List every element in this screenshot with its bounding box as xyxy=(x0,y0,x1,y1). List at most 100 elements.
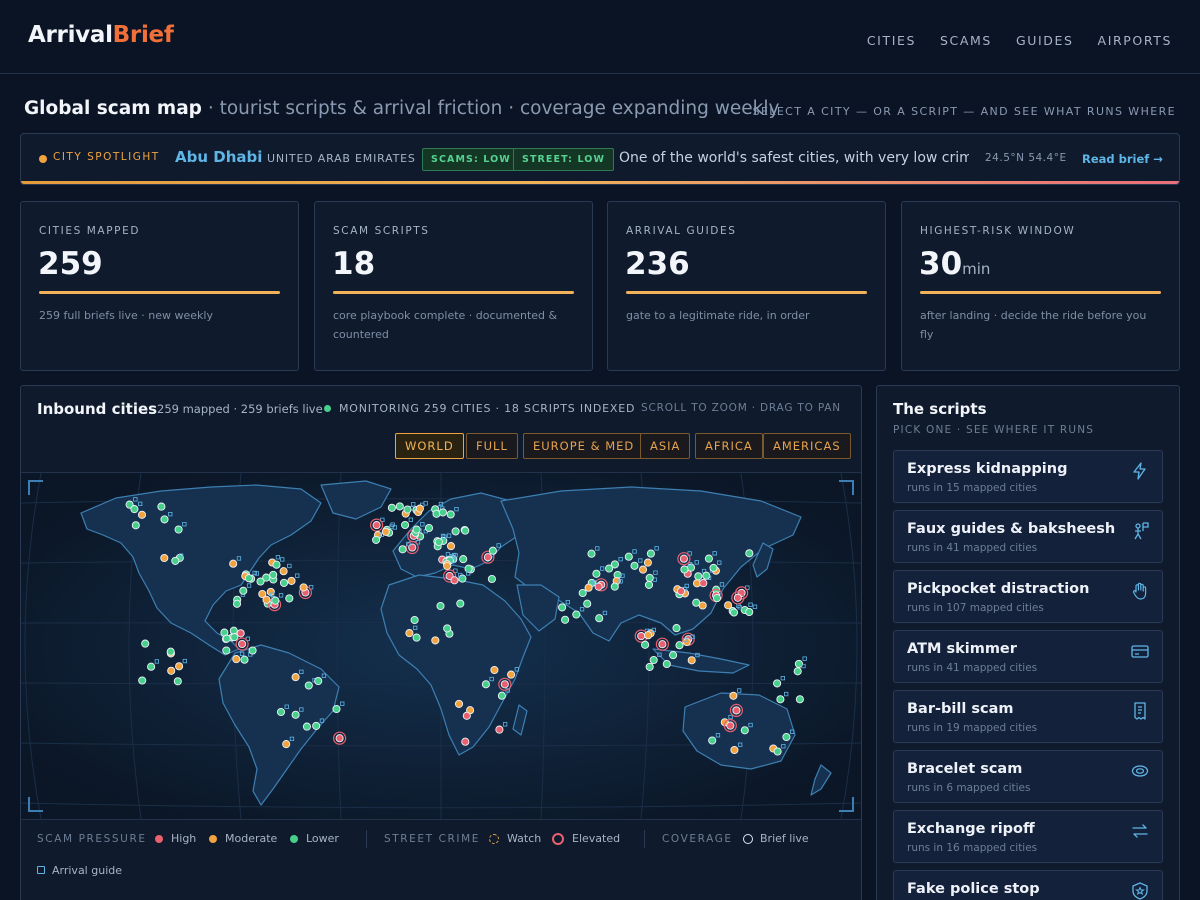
city-marker[interactable] xyxy=(490,665,499,675)
city-marker[interactable] xyxy=(436,601,445,611)
city-marker[interactable] xyxy=(232,599,242,608)
city-marker[interactable] xyxy=(405,629,414,638)
region-americas[interactable]: AMERICAS xyxy=(763,433,851,459)
region-asia[interactable]: ASIA xyxy=(640,433,691,459)
city-marker[interactable] xyxy=(672,624,681,633)
city-marker[interactable] xyxy=(793,667,802,676)
city-marker[interactable] xyxy=(795,695,804,704)
city-marker[interactable] xyxy=(401,520,410,530)
city-marker[interactable] xyxy=(232,655,241,664)
city-marker[interactable] xyxy=(312,721,321,730)
city-marker[interactable] xyxy=(314,676,323,686)
script-item[interactable]: ATM skimmer runs in 41 mapped cities xyxy=(893,630,1163,683)
city-marker[interactable] xyxy=(285,594,294,603)
city-marker[interactable] xyxy=(500,680,509,689)
city-marker[interactable] xyxy=(578,588,587,598)
brand-logo[interactable]: ArrivalBrief xyxy=(28,22,174,48)
city-marker[interactable] xyxy=(572,610,581,619)
city-marker[interactable] xyxy=(173,677,182,686)
city-marker[interactable] xyxy=(166,647,175,656)
city-marker[interactable] xyxy=(130,505,139,514)
world-map-svg[interactable] xyxy=(21,472,861,820)
city-marker[interactable] xyxy=(395,502,404,511)
city-marker[interactable] xyxy=(446,510,455,519)
nav-scams[interactable]: SCAMS xyxy=(940,33,992,48)
city-marker[interactable] xyxy=(488,546,497,555)
script-item[interactable]: Bracelet scam runs in 6 mapped cities xyxy=(893,750,1163,803)
city-marker[interactable] xyxy=(269,570,278,579)
city-marker[interactable] xyxy=(733,593,742,602)
city-marker[interactable] xyxy=(138,676,147,685)
city-marker[interactable] xyxy=(248,646,257,655)
city-marker[interactable] xyxy=(729,691,738,700)
city-marker[interactable] xyxy=(332,704,341,714)
region-full[interactable]: FULL xyxy=(466,433,518,459)
city-marker[interactable] xyxy=(299,583,308,592)
city-marker[interactable] xyxy=(561,615,570,624)
city-marker[interactable] xyxy=(745,549,754,558)
city-marker[interactable] xyxy=(669,651,678,660)
city-marker[interactable] xyxy=(456,599,465,608)
city-marker[interactable] xyxy=(649,655,658,665)
city-marker[interactable] xyxy=(282,740,291,749)
city-marker[interactable] xyxy=(461,737,470,746)
nav-airports[interactable]: AIRPORTS xyxy=(1098,33,1172,48)
script-item[interactable]: Faux guides & baksheesh runs in 41 mapped… xyxy=(893,510,1163,563)
city-marker[interactable] xyxy=(302,722,311,731)
city-marker[interactable] xyxy=(160,515,169,524)
city-marker[interactable] xyxy=(381,527,390,536)
script-item[interactable]: Express kidnapping runs in 15 mapped citi… xyxy=(893,450,1163,503)
region-europe-med[interactable]: EUROPE & MED xyxy=(523,433,645,459)
city-marker[interactable] xyxy=(157,502,166,511)
city-marker[interactable] xyxy=(680,565,689,574)
city-marker[interactable] xyxy=(438,508,447,517)
city-marker[interactable] xyxy=(776,695,785,704)
city-spotlight[interactable]: CITY SPOTLIGHT Abu Dhabi UNITED ARAB EMI… xyxy=(20,133,1180,185)
city-marker[interactable] xyxy=(398,545,407,554)
city-marker[interactable] xyxy=(279,567,288,576)
city-marker[interactable] xyxy=(434,537,443,547)
script-item[interactable]: Fake police stop xyxy=(893,870,1163,900)
city-marker[interactable] xyxy=(497,691,506,700)
city-marker[interactable] xyxy=(335,734,344,743)
city-marker[interactable] xyxy=(712,594,722,603)
script-item[interactable]: Pickpocket distraction runs in 107 mapped… xyxy=(893,570,1163,623)
city-marker[interactable] xyxy=(675,641,684,650)
city-marker[interactable] xyxy=(262,595,271,604)
city-marker[interactable] xyxy=(487,574,496,584)
city-marker[interactable] xyxy=(171,556,180,565)
city-marker[interactable] xyxy=(782,732,791,742)
script-item[interactable]: Exchange ripoff runs in 16 mapped cities xyxy=(893,810,1163,863)
city-marker[interactable] xyxy=(451,527,460,536)
city-marker[interactable] xyxy=(699,579,708,588)
city-marker[interactable] xyxy=(137,510,147,519)
city-marker[interactable] xyxy=(729,608,739,617)
nav-cities[interactable]: CITIES xyxy=(867,33,916,48)
city-marker[interactable] xyxy=(403,505,412,514)
city-marker[interactable] xyxy=(387,503,396,512)
city-marker[interactable] xyxy=(745,607,754,617)
city-marker[interactable] xyxy=(446,542,456,551)
city-marker[interactable] xyxy=(450,576,459,585)
city-marker[interactable] xyxy=(709,563,718,572)
world-map[interactable] xyxy=(21,472,861,820)
city-marker[interactable] xyxy=(558,603,567,612)
city-marker[interactable] xyxy=(708,736,717,745)
city-marker[interactable] xyxy=(372,535,381,544)
city-marker[interactable] xyxy=(495,725,504,734)
city-marker[interactable] xyxy=(291,710,300,719)
city-marker[interactable] xyxy=(645,662,654,671)
region-africa[interactable]: AFRICA xyxy=(695,433,763,459)
script-item[interactable]: Bar-bill scam runs in 19 mapped cities xyxy=(893,690,1163,743)
city-marker[interactable] xyxy=(773,747,782,756)
city-marker[interactable] xyxy=(658,640,667,649)
city-marker[interactable] xyxy=(662,659,671,669)
city-marker[interactable] xyxy=(276,707,286,717)
city-marker[interactable] xyxy=(431,636,440,645)
region-world[interactable]: WORLD xyxy=(395,433,464,459)
city-marker[interactable] xyxy=(630,561,639,570)
city-marker[interactable] xyxy=(583,599,592,608)
city-marker[interactable] xyxy=(637,632,646,641)
city-marker[interactable] xyxy=(410,615,419,625)
city-marker[interactable] xyxy=(679,554,688,563)
